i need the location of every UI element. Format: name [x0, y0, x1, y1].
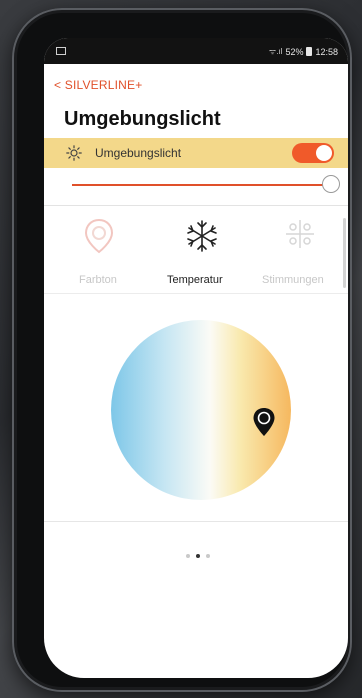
selector-pin-icon[interactable] — [252, 407, 276, 437]
battery-icon — [306, 47, 313, 56]
page-dot[interactable] — [206, 554, 210, 558]
brightness-slider-handle[interactable] — [322, 175, 340, 193]
clock: 12:58 — [315, 46, 338, 57]
page-indicator — [186, 554, 210, 558]
tab-farbton[interactable]: Farbton — [79, 274, 117, 286]
color-pin-icon[interactable] — [84, 218, 114, 254]
app-screen: ᯤ.ıl 52% 12:58 < SILVERLINE+ Umgebungsli… — [44, 38, 348, 678]
divider — [44, 521, 348, 522]
toggle-knob — [316, 145, 332, 161]
signal-icon: ᯤ.ıl — [268, 47, 283, 56]
phone-frame: ᯤ.ıl 52% 12:58 < SILVERLINE+ Umgebungsli… — [12, 8, 352, 692]
divider — [44, 293, 348, 294]
ambient-light-row: Umgebungslicht — [44, 138, 348, 168]
scenes-grid-icon[interactable] — [284, 218, 316, 250]
image-notification-icon — [56, 47, 66, 55]
sun-icon — [66, 145, 82, 161]
status-bar: ᯤ.ıl 52% 12:58 — [44, 38, 348, 64]
tab-temperatur[interactable]: Temperatur — [167, 274, 223, 286]
page-dot[interactable] — [186, 554, 190, 558]
divider — [44, 205, 348, 206]
brightness-slider[interactable] — [72, 184, 324, 186]
page-title: Umgebungslicht — [64, 108, 221, 130]
back-button[interactable]: < SILVERLINE+ — [54, 78, 142, 92]
scrollbar[interactable] — [343, 218, 346, 288]
tab-stimmungen[interactable]: Stimmungen — [262, 274, 324, 286]
page-dot-active[interactable] — [196, 554, 200, 558]
ambient-light-toggle[interactable] — [292, 143, 334, 163]
status-indicators: ᯤ.ıl 52% 12:58 — [269, 46, 338, 57]
temperature-icon[interactable] — [184, 218, 220, 254]
ambient-light-label: Umgebungslicht — [95, 146, 182, 160]
battery-percentage: 52% — [285, 46, 304, 57]
